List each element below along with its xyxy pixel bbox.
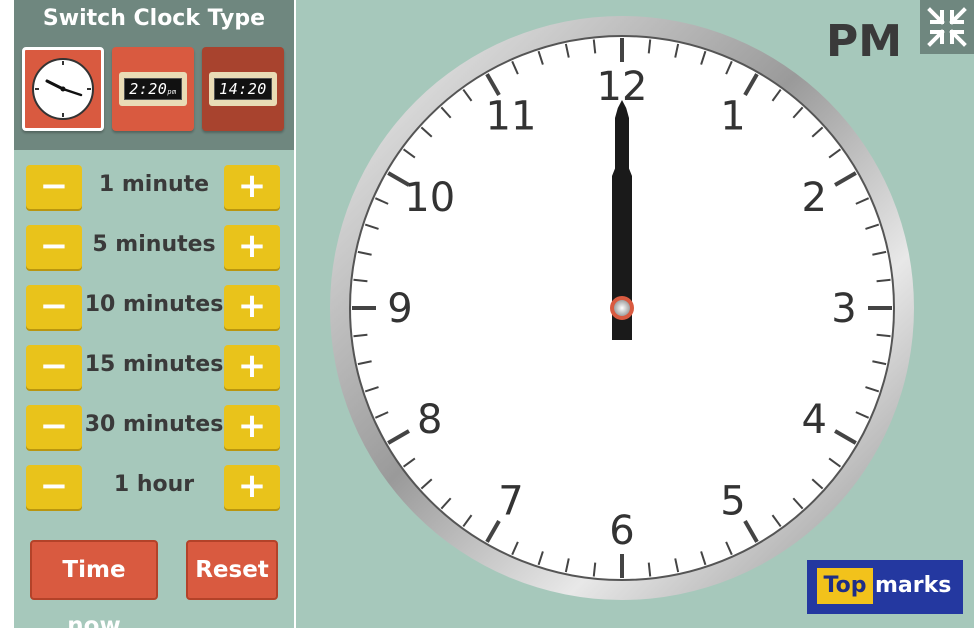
step-label-15-minutes: 15 minutes	[84, 352, 224, 377]
time-now-button[interactable]: Time now	[30, 540, 158, 628]
topmarks-logo[interactable]: Top marks	[807, 560, 963, 614]
step-row-1-hour: − 1 hour +	[14, 465, 294, 511]
control-panel: Switch Clock Type 2:20pm 14:20 − 1 minut…	[14, 0, 294, 628]
step-row-10-minutes: − 10 minutes +	[14, 285, 294, 331]
logo-marks-text: marks	[875, 573, 952, 598]
plus-10-minutes-button[interactable]: +	[224, 285, 280, 329]
logo-top-text: Top	[817, 568, 873, 604]
minus-1-minute-button[interactable]: −	[26, 165, 82, 209]
plus-30-minutes-button[interactable]: +	[224, 405, 280, 449]
hour-number: 9	[387, 286, 412, 332]
plus-1-minute-button[interactable]: +	[224, 165, 280, 209]
hour-number: 11	[486, 94, 537, 140]
hour-number: 2	[802, 175, 827, 221]
minus-15-minutes-button[interactable]: −	[26, 345, 82, 389]
digital-24h-clock-icon: 14:20	[209, 72, 277, 106]
clock-type-panel: Switch Clock Type 2:20pm 14:20	[14, 0, 294, 150]
minus-10-minutes-button[interactable]: −	[26, 285, 82, 329]
plus-1-hour-button[interactable]: +	[224, 465, 280, 509]
hour-number: 10	[404, 175, 455, 221]
hour-number: 8	[417, 397, 442, 443]
step-row-15-minutes: − 15 minutes +	[14, 345, 294, 391]
digital-24h-clock-type-button[interactable]: 14:20	[202, 47, 284, 131]
step-label-1-hour: 1 hour	[113, 472, 195, 497]
hour-number: 4	[802, 397, 827, 443]
digital-24h-display: 14:20	[214, 78, 272, 100]
step-row-5-minutes: − 5 minutes +	[14, 225, 294, 271]
hour-number: 7	[498, 478, 523, 524]
minus-5-minutes-button[interactable]: −	[26, 225, 82, 269]
center-pin	[610, 296, 634, 320]
analog-clock: 121234567891011	[330, 16, 914, 600]
plus-15-minutes-button[interactable]: +	[224, 345, 280, 389]
analog-clock-icon	[32, 58, 94, 120]
digital-12h-clock-icon: 2:20pm	[119, 72, 187, 106]
minus-30-minutes-button[interactable]: −	[26, 405, 82, 449]
step-row-30-minutes: − 30 minutes +	[14, 405, 294, 451]
clock-area: PM 12 1 2 3 4 5 6 7 8 9 10 11 Top marks	[296, 0, 974, 628]
clock-hands	[610, 100, 634, 340]
plus-5-minutes-button[interactable]: +	[224, 225, 280, 269]
step-label-10-minutes: 10 minutes	[84, 292, 224, 317]
hour-number: 3	[831, 286, 856, 332]
hour-number: 1	[720, 94, 745, 140]
hour-number: 5	[720, 478, 745, 524]
analog-clock-type-button[interactable]	[22, 47, 104, 131]
digital-12h-clock-type-button[interactable]: 2:20pm	[112, 47, 194, 131]
switch-clock-type-title: Switch Clock Type	[42, 6, 266, 31]
step-label-1-minute: 1 minute	[98, 172, 210, 197]
fullscreen-collapse-icon[interactable]	[920, 0, 974, 54]
minus-1-hour-button[interactable]: −	[26, 465, 82, 509]
digital-12h-display: 2:20pm	[124, 78, 182, 100]
reset-button[interactable]: Reset	[186, 540, 278, 600]
hour-number: 6	[609, 508, 634, 554]
step-row-1-minute: − 1 minute +	[14, 165, 294, 211]
step-label-30-minutes: 30 minutes	[84, 412, 224, 437]
step-label-5-minutes: 5 minutes	[92, 232, 216, 257]
